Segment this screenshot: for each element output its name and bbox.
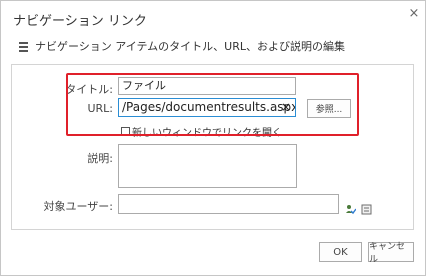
document-list-icon xyxy=(18,41,29,52)
description-textarea[interactable] xyxy=(118,144,297,188)
highlight-annotation xyxy=(66,73,359,136)
dialog-title: ナビゲーション リンク xyxy=(13,14,147,29)
address-book-icon[interactable] xyxy=(361,200,372,215)
dialog-subtitle-row: ナビゲーション アイテムのタイトル、URL、および説明の編集 xyxy=(18,39,345,53)
check-names-icon[interactable] xyxy=(345,200,357,215)
description-label: 説明: xyxy=(87,152,113,165)
ok-button[interactable]: OK xyxy=(319,242,362,262)
dialog-subtitle: ナビゲーション アイテムのタイトル、URL、および説明の編集 xyxy=(35,40,345,53)
navigation-link-dialog: ナビゲーション リンク × ナビゲーション アイテムのタイトル、URL、および説… xyxy=(0,0,426,276)
cancel-button[interactable]: キャンセル xyxy=(368,242,414,265)
close-icon[interactable]: × xyxy=(407,7,421,21)
audience-label: 対象ユーザー: xyxy=(43,200,114,213)
audience-input[interactable] xyxy=(118,194,339,214)
